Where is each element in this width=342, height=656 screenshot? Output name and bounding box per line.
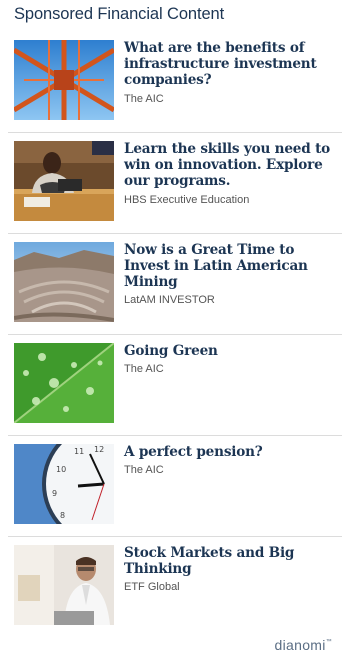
svg-text:9: 9 (52, 489, 57, 498)
item-title[interactable]: A perfect pension? (124, 444, 338, 460)
sponsored-item[interactable]: What are the benefits of infrastructure … (8, 40, 342, 124)
item-title[interactable]: Going Green (124, 343, 338, 359)
sponsored-item[interactable]: Stock Markets and Big Thinking ETF Globa… (8, 545, 342, 629)
section-title: Sponsored Financial Content (14, 5, 225, 23)
divider (8, 334, 342, 335)
item-source: LatAM INVESTOR (124, 294, 215, 306)
item-title[interactable]: Learn the skills you need to win on inno… (124, 141, 338, 189)
bridge-image[interactable] (14, 40, 114, 120)
dianomi-logo[interactable]: dianomi™ (275, 637, 332, 653)
item-title[interactable]: Now is a Great Time to Invest in Latin A… (124, 242, 338, 290)
sponsored-item[interactable]: 11 12 10 9 8 A perfect pension? The AIC (8, 444, 342, 528)
leaf-image[interactable] (14, 343, 114, 423)
divider (8, 536, 342, 537)
sponsored-item[interactable]: Now is a Great Time to Invest in Latin A… (8, 242, 342, 326)
item-source: The AIC (124, 464, 164, 476)
speaker-image[interactable] (14, 141, 114, 221)
sponsored-item[interactable]: Learn the skills you need to win on inno… (8, 141, 342, 225)
divider (8, 132, 342, 133)
svg-text:8: 8 (60, 511, 65, 520)
item-source: ETF Global (124, 581, 180, 593)
item-source: The AIC (124, 93, 164, 105)
mine-image[interactable] (14, 242, 114, 322)
clock-image[interactable]: 11 12 10 9 8 (14, 444, 114, 524)
svg-text:10: 10 (56, 465, 66, 474)
item-title[interactable]: Stock Markets and Big Thinking (124, 545, 338, 577)
item-title[interactable]: What are the benefits of infrastructure … (124, 40, 338, 88)
divider (8, 233, 342, 234)
svg-text:12: 12 (94, 445, 104, 454)
sponsored-item[interactable]: Going Green The AIC (8, 343, 342, 427)
divider (8, 435, 342, 436)
item-source: HBS Executive Education (124, 194, 250, 206)
item-source: The AIC (124, 363, 164, 375)
svg-text:11: 11 (74, 447, 84, 456)
businessman-image[interactable] (14, 545, 114, 625)
